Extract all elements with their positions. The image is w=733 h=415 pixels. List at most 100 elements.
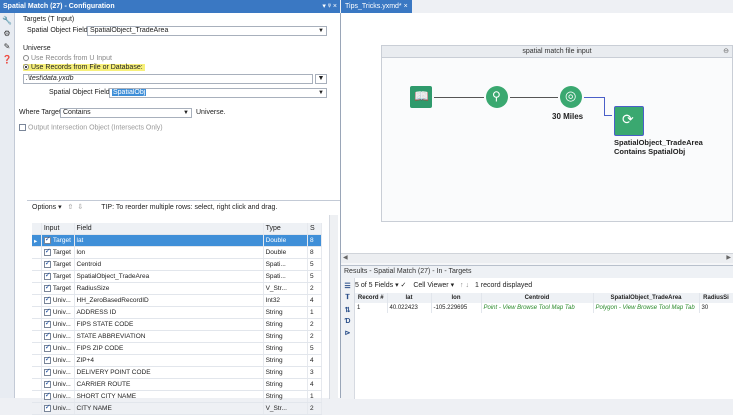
table-row[interactable]: TargetSpatialObject_TradeAreaSpati...5 <box>32 270 323 283</box>
row-selector[interactable] <box>32 294 42 307</box>
field-cell[interactable]: FIPS STATE CODE <box>74 318 264 331</box>
type-cell[interactable]: String <box>263 390 308 403</box>
output-intersection-checkbox[interactable] <box>19 124 26 131</box>
table-row[interactable]: TargetRadiusSizeV_Str...2 <box>32 282 323 295</box>
input-cell[interactable]: Univ... <box>41 294 75 307</box>
trade-area-icon[interactable]: ◎ <box>560 86 582 108</box>
include-checkbox[interactable] <box>43 271 51 280</box>
table-row[interactable]: Univ...SHORT CITY NAMEString1 <box>32 390 323 403</box>
field-cell[interactable]: SpatialObject_TradeArea <box>74 270 264 283</box>
grid-vertical-scrollbar[interactable] <box>329 215 338 399</box>
table-row[interactable]: TargetCentroidSpati...5 <box>32 258 323 271</box>
results-row[interactable]: 1 40.022423 -105.229695 Point - View Bro… <box>355 303 733 313</box>
size-cell[interactable]: 2 <box>307 282 323 295</box>
cell-viewer-dropdown[interactable]: Cell Viewer ▾ <box>413 282 454 289</box>
use-file-radio[interactable] <box>23 64 29 71</box>
results-cell[interactable]: Point - View Browse Tool Map Tab <box>481 303 594 313</box>
table-row[interactable]: Univ...CARRIER ROUTEString4 <box>32 378 323 391</box>
field-cell[interactable]: CARRIER ROUTE <box>74 378 264 391</box>
row-selector[interactable] <box>32 366 42 379</box>
row-selector[interactable] <box>32 390 42 403</box>
row-selector[interactable] <box>32 402 42 415</box>
grid-header-cell[interactable]: Type <box>263 223 308 235</box>
size-cell[interactable]: 5 <box>307 258 323 271</box>
include-checkbox[interactable] <box>43 283 51 292</box>
table-row[interactable]: Univ...HH_ZeroBasedRecordIDInt324 <box>32 294 323 307</box>
row-selector[interactable] <box>32 354 42 367</box>
file-browse-button[interactable]: ▼ <box>315 74 327 84</box>
include-checkbox[interactable] <box>43 331 51 340</box>
up-arrow-icon[interactable]: ↑ <box>460 282 464 289</box>
include-checkbox[interactable] <box>43 403 51 412</box>
use-u-input-radio[interactable] <box>23 55 29 62</box>
type-cell[interactable]: Spati... <box>263 258 308 271</box>
results-header-cell[interactable]: Record # <box>355 293 388 303</box>
panel-window-controls[interactable]: ▾ ᵠ × <box>322 0 337 13</box>
grid-header-cell[interactable]: S <box>307 223 323 235</box>
include-checkbox[interactable] <box>43 295 51 304</box>
results-cell[interactable]: 1 <box>355 303 388 313</box>
down-arrow-icon[interactable]: ↓ <box>466 282 470 289</box>
field-icon[interactable]: 𝐓 <box>341 294 354 302</box>
include-checkbox[interactable] <box>43 391 51 400</box>
results-cell[interactable]: 30 <box>699 303 733 313</box>
size-cell[interactable]: 4 <box>307 354 323 367</box>
move-up-icon[interactable]: ⇧ <box>68 204 74 211</box>
include-checkbox[interactable] <box>43 259 51 268</box>
canvas-horizontal-scrollbar[interactable]: ◀ ▶ <box>341 253 733 263</box>
table-row[interactable]: Univ...STATE ABBREVIATIONString2 <box>32 330 323 343</box>
type-cell[interactable]: String <box>263 378 308 391</box>
input-cell[interactable]: Target <box>41 282 75 295</box>
input-cell[interactable]: Univ... <box>41 306 75 319</box>
input-cell[interactable]: Univ... <box>41 330 75 343</box>
field-cell[interactable]: ZIP+4 <box>74 354 264 367</box>
table-row[interactable]: ▸ TargetlatDouble8 <box>32 234 323 247</box>
use-file-radio-row[interactable]: Use Records from File or Database: <box>23 64 145 71</box>
table-row[interactable]: Univ...CITY NAMEV_Str...2 <box>32 402 323 415</box>
where-target-select[interactable]: Contains ▼ <box>60 108 192 118</box>
sort-icon[interactable]: ⇅ <box>341 306 354 314</box>
table-row[interactable]: Univ...DELIVERY POINT CODEString3 <box>32 366 323 379</box>
size-cell[interactable]: 5 <box>307 270 323 283</box>
field-cell[interactable]: FIPS ZIP CODE <box>74 342 264 355</box>
field-cell[interactable]: lon <box>74 246 264 259</box>
results-header-cell[interactable]: SpatialObject_TradeArea <box>593 293 700 303</box>
include-checkbox[interactable] <box>43 319 51 328</box>
size-cell[interactable]: 8 <box>307 234 323 247</box>
gear-icon[interactable]: ⚙ <box>2 29 12 39</box>
spatial-match-tool[interactable]: ⟳ <box>614 106 644 136</box>
size-cell[interactable]: 2 <box>307 402 323 415</box>
row-selector[interactable] <box>32 378 42 391</box>
fields-dropdown[interactable]: 5 of 5 Fields ▾ ✓ <box>355 282 406 289</box>
type-cell[interactable]: Int32 <box>263 294 308 307</box>
results-header-cell[interactable]: RadiusSi <box>699 293 733 303</box>
size-cell[interactable]: 1 <box>307 390 323 403</box>
results-cell[interactable]: 40.022423 <box>387 303 432 313</box>
field-cell[interactable]: STATE ABBREVIATION <box>74 330 264 343</box>
universe-spatial-field-select[interactable]: SpatialObj ▼ <box>109 88 327 98</box>
filter-icon[interactable]: Ɗ <box>341 318 354 325</box>
options-dropdown[interactable]: Options ▾ <box>32 204 62 211</box>
include-checkbox[interactable] <box>43 379 51 388</box>
include-checkbox[interactable] <box>43 247 51 256</box>
row-selector[interactable] <box>32 306 42 319</box>
type-cell[interactable]: String <box>263 366 308 379</box>
move-down-icon[interactable]: ⇩ <box>77 204 83 211</box>
field-cell[interactable]: lat <box>74 234 264 247</box>
scroll-right-icon[interactable]: ▶ <box>726 254 731 261</box>
table-row[interactable]: Univ...FIPS STATE CODEString2 <box>32 318 323 331</box>
results-cell[interactable]: Polygon - View Browse Tool Map Tab <box>593 303 700 313</box>
size-cell[interactable]: 2 <box>307 330 323 343</box>
include-checkbox[interactable] <box>43 355 51 364</box>
include-checkbox[interactable] <box>43 235 51 244</box>
file-path-input[interactable]: .\test\data.yxdb <box>23 74 313 84</box>
table-row[interactable]: Univ...ADDRESS IDString1 <box>32 306 323 319</box>
include-checkbox[interactable] <box>43 343 51 352</box>
field-cell[interactable]: CITY NAME <box>74 402 264 415</box>
input-cell[interactable]: Univ... <box>41 342 75 355</box>
help-icon[interactable]: ❓ <box>2 55 12 65</box>
size-cell[interactable]: 3 <box>307 366 323 379</box>
include-checkbox[interactable] <box>43 367 51 376</box>
results-header-cell[interactable]: Centroid <box>481 293 594 303</box>
size-cell[interactable]: 2 <box>307 318 323 331</box>
